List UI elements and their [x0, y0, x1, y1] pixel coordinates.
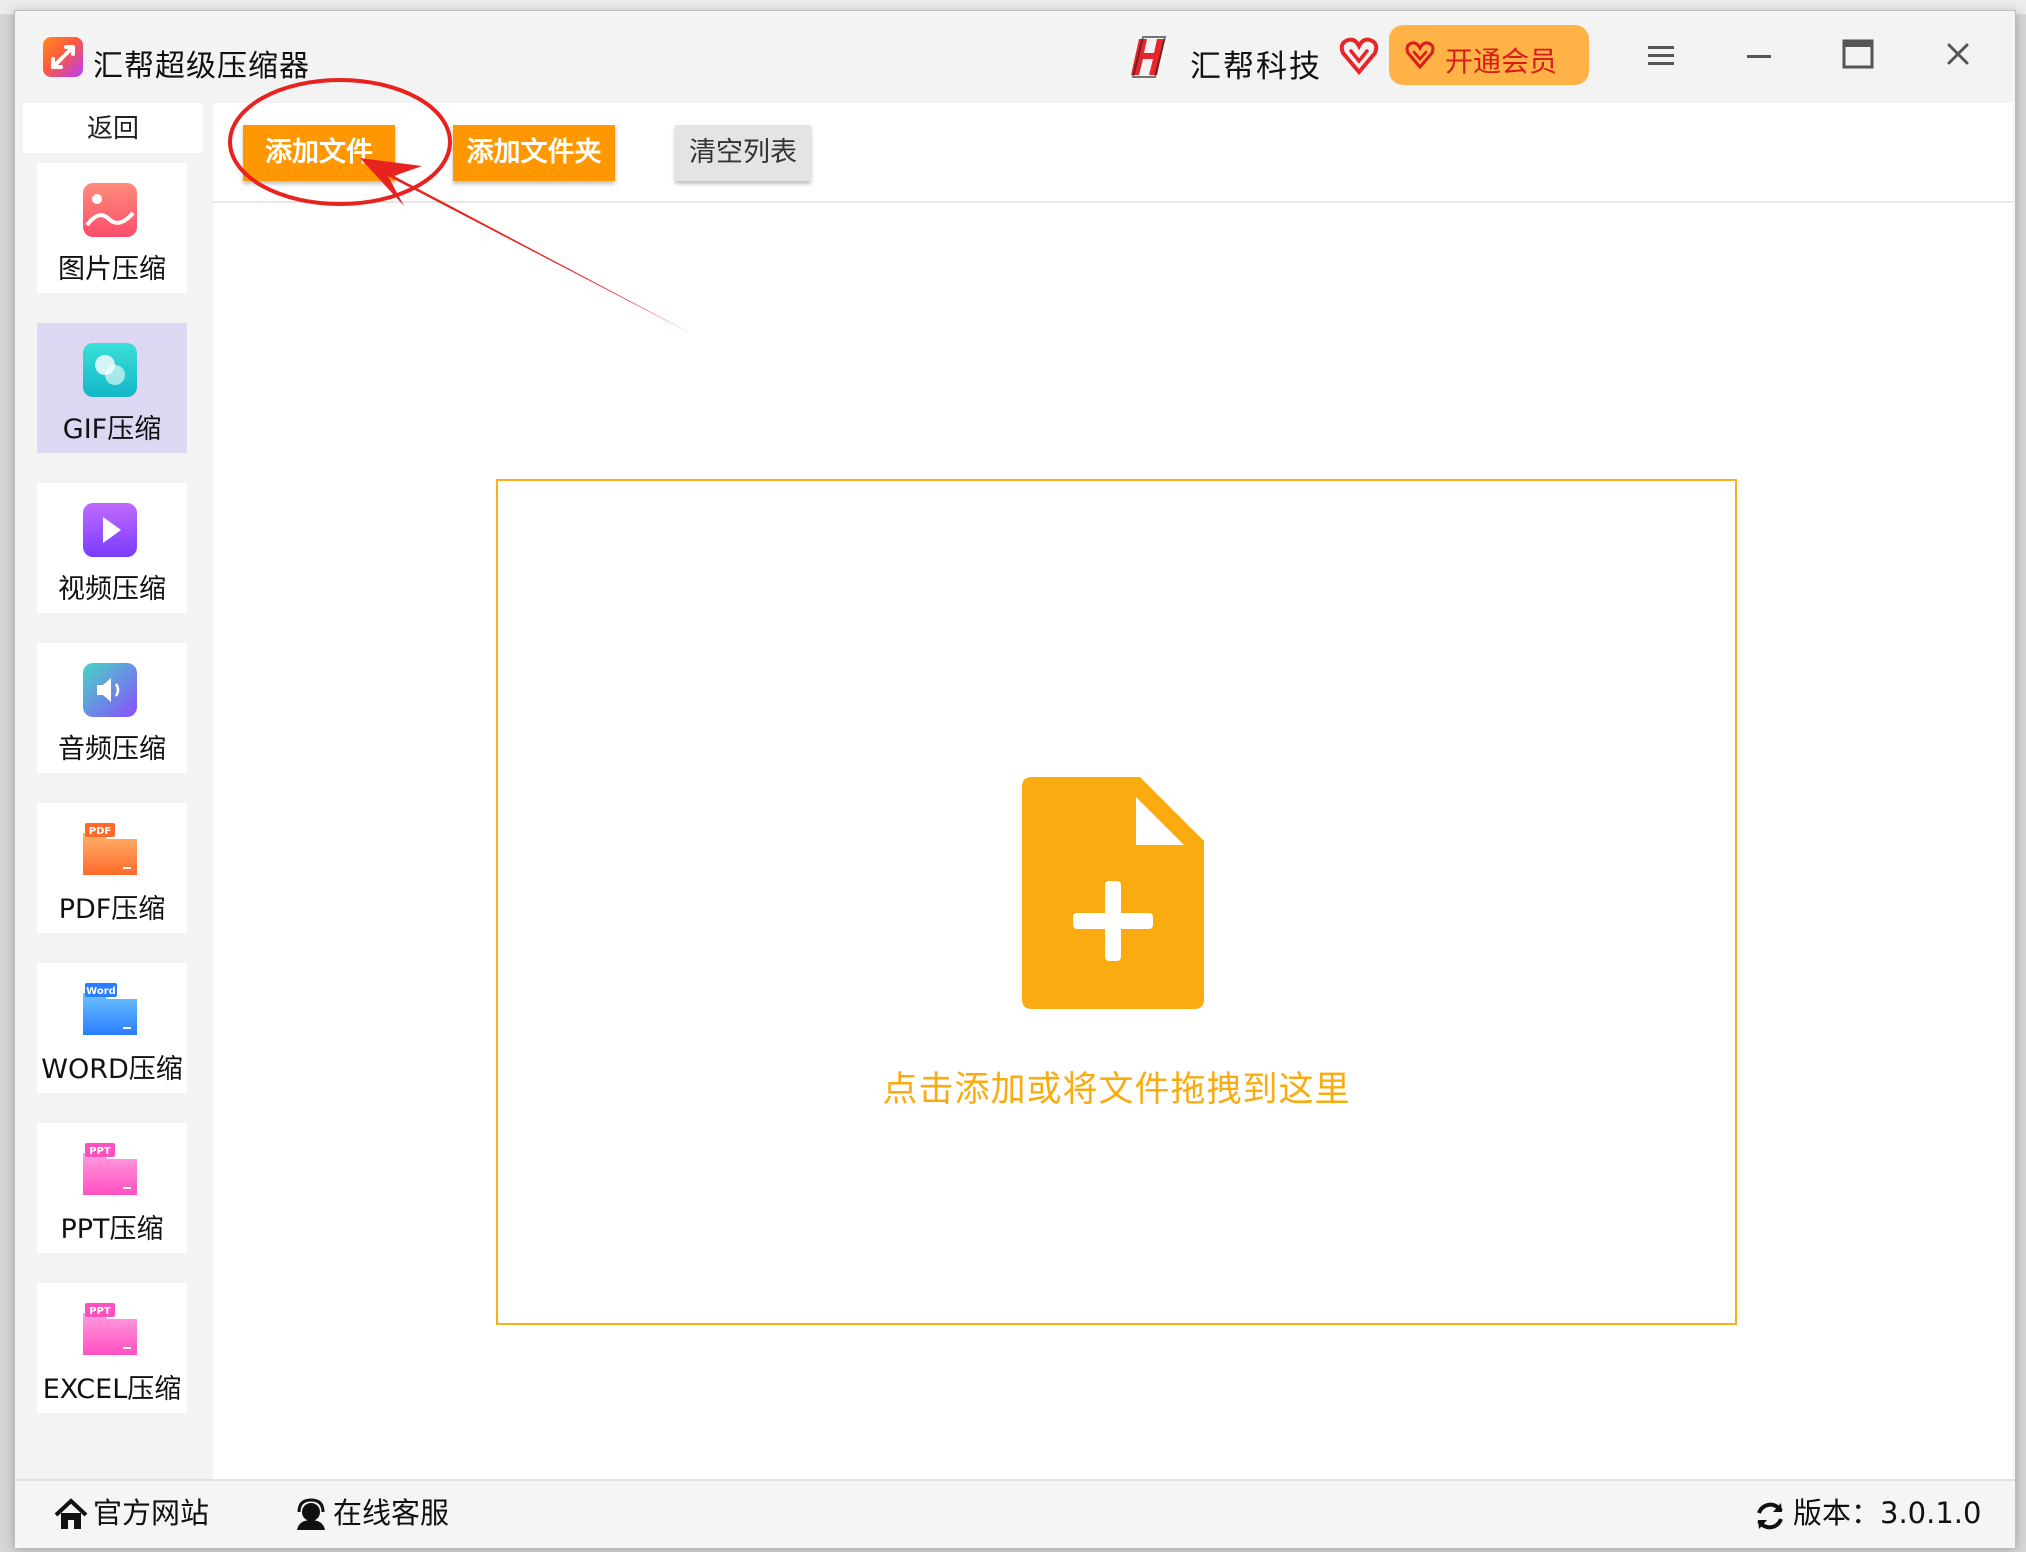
app-title: 汇帮超级压缩器: [93, 49, 310, 84]
video-icon: [83, 503, 137, 557]
nav-item-image-compress[interactable]: 图片压缩: [37, 163, 187, 293]
nav-item-video-compress[interactable]: 视频压缩: [37, 483, 187, 613]
nav-item-excel-compress[interactable]: PPT EXCEL压缩: [37, 1283, 187, 1413]
app-logo-icon: [43, 37, 83, 77]
official-website-label: 官方网站: [93, 1496, 210, 1530]
brand-logo-icon: [1131, 36, 1167, 78]
back-button[interactable]: 返回: [23, 103, 203, 153]
nav-item-word-compress[interactable]: Word WORD压缩: [37, 963, 187, 1093]
open-membership-label: 开通会员: [1445, 45, 1558, 78]
version-label: 版本：3.0.1.0: [1793, 1496, 1982, 1530]
nav-item-label: 视频压缩: [58, 574, 166, 605]
title-bar: 汇帮超级压缩器 汇帮科技 开通会员: [15, 11, 2015, 103]
nav-item-gif-compress[interactable]: GIF压缩: [37, 323, 187, 453]
gif-icon: [83, 343, 137, 397]
footer-bar: 官方网站 在线客服 版本：3.0.1.0: [15, 1479, 2015, 1548]
refresh-icon[interactable]: [1753, 1499, 1787, 1533]
ppt-folder-icon: PPT: [83, 1143, 137, 1195]
badge-ppt: PPT: [89, 1146, 111, 1157]
badge-word: Word: [86, 986, 116, 997]
maximize-icon[interactable]: [1841, 37, 1875, 71]
clear-list-button[interactable]: 清空列表: [675, 125, 811, 181]
nav-item-label: GIF压缩: [62, 414, 162, 445]
nav-item-ppt-compress[interactable]: PPT PPT压缩: [37, 1123, 187, 1253]
audio-icon: [83, 663, 137, 717]
file-add-icon: [1022, 777, 1204, 1009]
app-window: 汇帮超级压缩器 汇帮科技 开通会员 返回 图片压缩 GIF压缩 视频压缩 音频压…: [14, 10, 2016, 1548]
open-membership-button[interactable]: 开通会员: [1389, 25, 1589, 85]
nav-item-label: 音频压缩: [58, 734, 166, 765]
official-website-link[interactable]: 官方网站: [53, 1481, 209, 1548]
pdf-folder-icon: PDF: [83, 823, 137, 875]
badge-excel: PPT: [89, 1306, 111, 1317]
nav-item-audio-compress[interactable]: 音频压缩: [37, 643, 187, 773]
online-support-link[interactable]: 在线客服: [293, 1481, 449, 1548]
close-icon[interactable]: [1943, 39, 1973, 69]
excel-folder-icon: PPT: [83, 1303, 137, 1355]
minimize-icon[interactable]: [1743, 41, 1775, 71]
drop-hint-text: 点击添加或将文件拖拽到这里: [882, 1070, 1351, 1110]
vip-heart-icon: [1405, 41, 1435, 69]
vip-heart-icon: [1339, 37, 1379, 75]
menu-icon[interactable]: [1645, 41, 1677, 71]
file-drop-zone[interactable]: 点击添加或将文件拖拽到这里: [496, 479, 1737, 1325]
main-panel: 添加文件 添加文件夹 清空列表 点击添加或将文件拖拽到这里: [213, 103, 2013, 1479]
home-icon: [54, 1498, 88, 1529]
toolbar: 添加文件 添加文件夹 清空列表: [213, 103, 2013, 203]
brand-name: 汇帮科技: [1190, 49, 1322, 85]
nav-item-pdf-compress[interactable]: PDF PDF压缩: [37, 803, 187, 933]
word-folder-icon: Word: [83, 983, 137, 1035]
image-icon: [83, 183, 137, 237]
nav-item-label: 图片压缩: [58, 254, 166, 285]
sidebar: 返回 图片压缩 GIF压缩 视频压缩 音频压缩 PDF PDF压缩 Word W…: [15, 103, 211, 1479]
nav-item-label: EXCEL压缩: [42, 1374, 182, 1405]
nav-item-label: PPT压缩: [60, 1214, 164, 1245]
online-support-label: 在线客服: [333, 1496, 450, 1530]
headset-icon: [297, 1498, 325, 1530]
add-file-button[interactable]: 添加文件: [243, 125, 395, 181]
add-folder-button[interactable]: 添加文件夹: [453, 125, 615, 181]
badge-pdf: PDF: [89, 826, 111, 837]
nav-item-label: WORD压缩: [41, 1054, 183, 1085]
nav-item-label: PDF压缩: [58, 894, 166, 925]
